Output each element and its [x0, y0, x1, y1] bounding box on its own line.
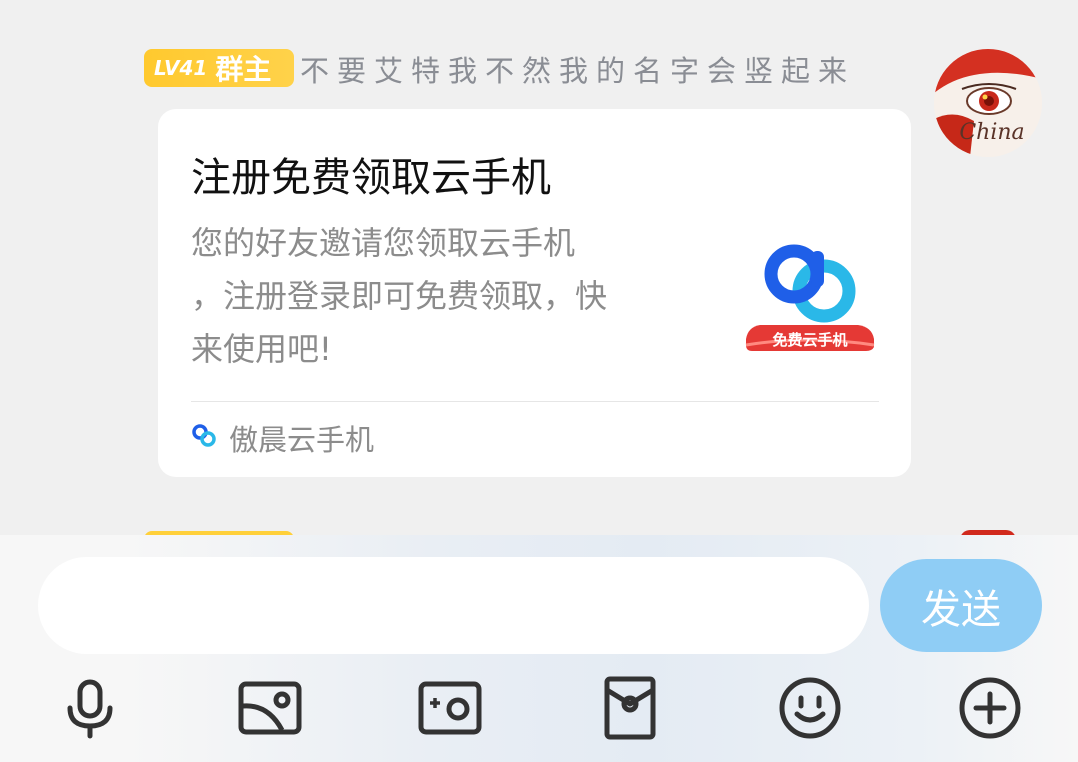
cloud-phone-logo-icon: 免费云手机: [745, 244, 875, 351]
card-divider: [191, 401, 879, 402]
message-input[interactable]: [38, 557, 869, 654]
card-thumbnail: 免费云手机: [738, 239, 880, 359]
card-source-name: 傲晨云手机: [229, 423, 375, 457]
card-description-line: 您的好友邀请您领取云手机: [191, 224, 576, 262]
camera-icon[interactable]: [418, 676, 482, 740]
card-description: 您的好友邀请您领取云手机 ，注册登录即可免费领取，快 来使用吧!: [191, 217, 691, 376]
card-source: 傲晨云手机: [191, 416, 374, 460]
card-description-line: 来使用吧!: [191, 330, 332, 368]
red-packet-icon[interactable]: [598, 676, 662, 740]
card-title: 注册免费领取云手机: [191, 155, 551, 201]
link-logo-icon: [191, 423, 217, 453]
avatar[interactable]: China: [934, 49, 1042, 157]
card-description-line: ，注册登录即可免费领取，快: [191, 277, 608, 315]
chat-screen: LV41 群主 不要艾特我不然我的名字会竖起来 China 注册免费领取云手机 …: [0, 0, 1078, 762]
level-label: LV41: [154, 56, 208, 80]
plus-icon[interactable]: [958, 676, 1022, 740]
share-card[interactable]: 注册免费领取云手机 您的好友邀请您领取云手机 ，注册登录即可免费领取，快 来使用…: [158, 109, 911, 477]
group-owner-badge: LV41 群主: [144, 49, 294, 87]
send-button[interactable]: 发送: [880, 559, 1042, 652]
image-icon[interactable]: [238, 676, 302, 740]
avatar-signature: China: [959, 120, 1024, 145]
microphone-icon[interactable]: [58, 676, 122, 740]
thumbnail-banner-label: 免费云手机: [772, 331, 847, 349]
avatar-image: China: [934, 49, 1042, 157]
role-label: 群主: [215, 53, 272, 86]
sender-name[interactable]: 不要艾特我不然我的名字会竖起来: [300, 48, 855, 90]
emoji-icon[interactable]: [778, 676, 842, 740]
